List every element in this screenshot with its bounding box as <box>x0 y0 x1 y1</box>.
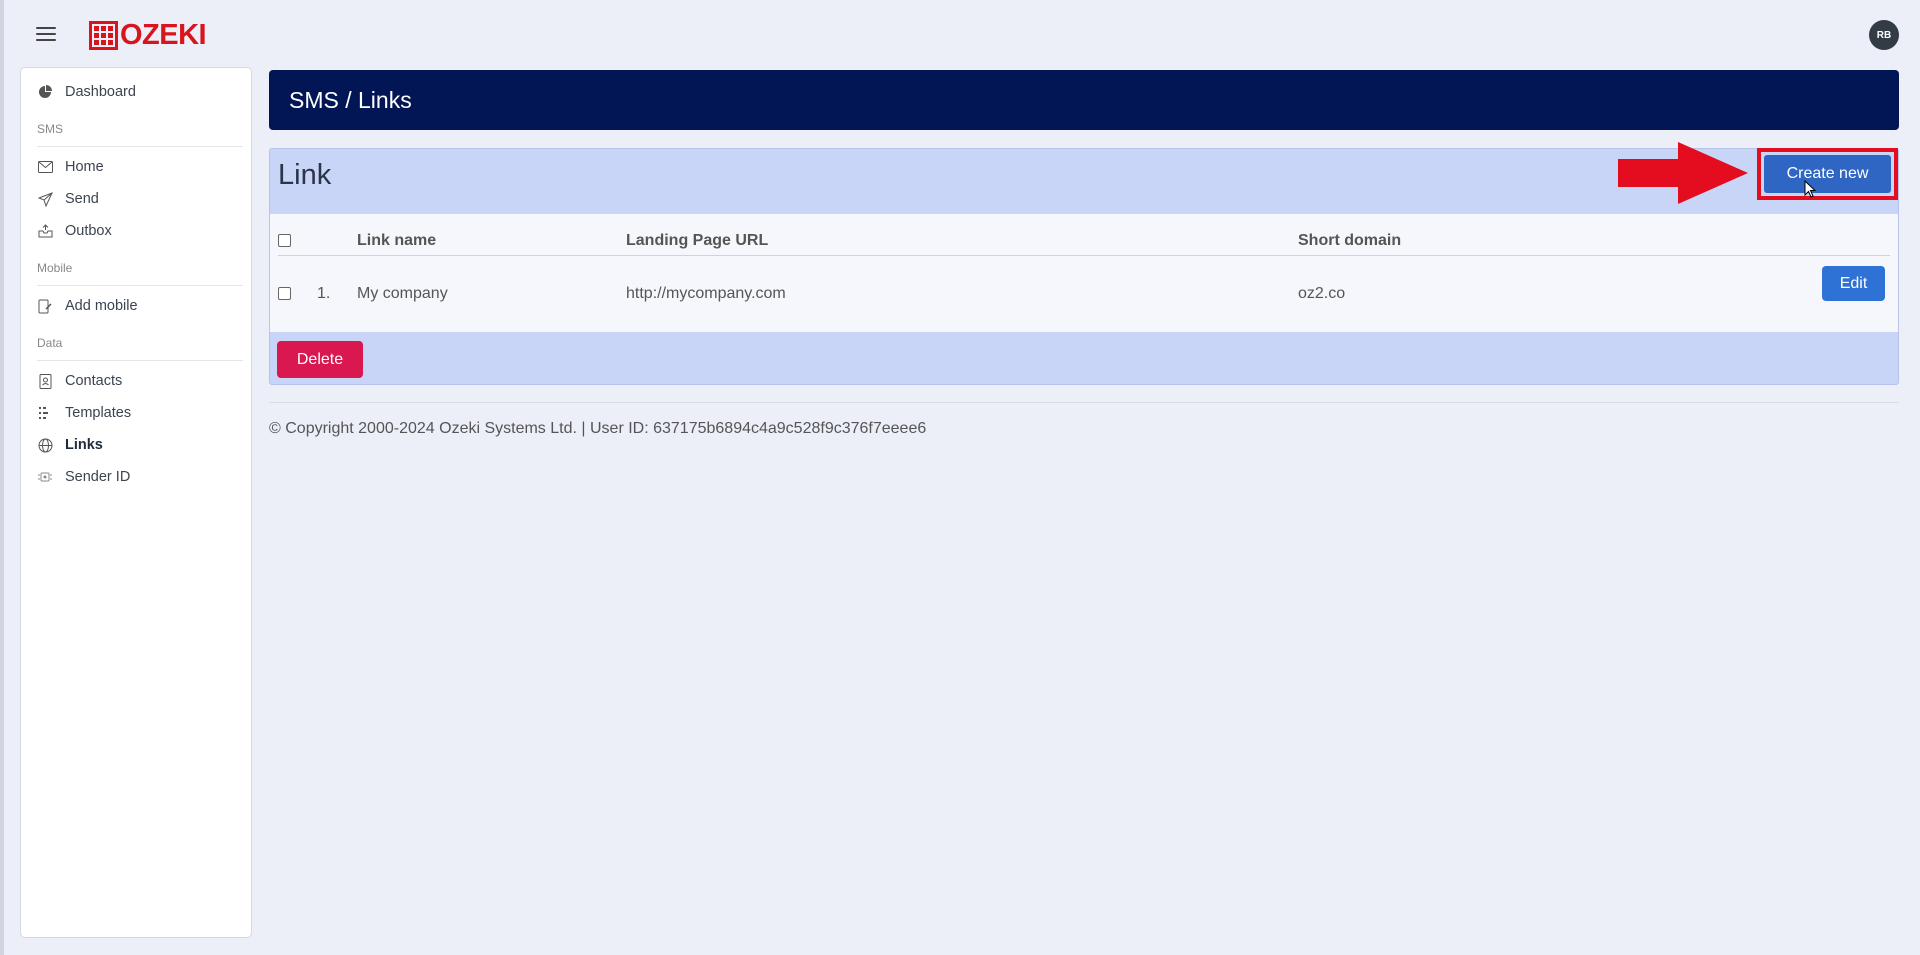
footer-copyright: © Copyright 2000-2024 Ozeki Systems Ltd.… <box>269 420 927 437</box>
window-border <box>0 0 4 955</box>
sender-id-icon <box>37 469 53 485</box>
sidebar-divider <box>37 360 243 361</box>
create-new-button[interactable]: Create new <box>1764 155 1891 193</box>
outbox-tray-icon <box>37 223 53 239</box>
menu-icon[interactable] <box>36 27 56 43</box>
sidebar-section-data: Data <box>37 336 63 350</box>
footer-divider <box>269 402 1899 403</box>
row-short-domain: oz2.co <box>1298 285 1346 302</box>
logo-mark-icon <box>89 20 118 50</box>
column-header-landing-url: Landing Page URL <box>626 232 769 249</box>
sidebar-item-label: Send <box>65 191 99 207</box>
sidebar-item-contacts[interactable]: Contacts <box>21 365 251 397</box>
envelope-icon <box>37 159 53 175</box>
panel-title: Link <box>278 159 332 191</box>
sidebar-item-links[interactable]: Links <box>21 429 251 461</box>
column-header-short-domain: Short domain <box>1298 232 1402 249</box>
edit-button[interactable]: Edit <box>1822 266 1885 301</box>
sidebar-divider <box>37 146 243 147</box>
sidebar-item-dashboard[interactable]: Dashboard <box>21 76 251 108</box>
sidebar-section-sms: SMS <box>37 122 64 136</box>
sidebar-item-label: Add mobile <box>65 298 138 314</box>
sidebar: Dashboard SMS Home Send Outbox Mobile Ad… <box>20 67 252 938</box>
logo-text: OZEKI <box>120 18 207 51</box>
sidebar-item-label: Links <box>65 437 103 453</box>
sidebar-divider <box>37 285 243 286</box>
template-list-icon <box>37 405 53 421</box>
sidebar-item-sender-id[interactable]: Sender ID <box>21 461 251 493</box>
column-header-link-name: Link name <box>357 232 437 249</box>
red-arrow-annotation <box>1618 142 1748 204</box>
delete-button[interactable]: Delete <box>277 341 363 378</box>
header-divider <box>278 255 1890 256</box>
sidebar-item-outbox[interactable]: Outbox <box>21 215 251 247</box>
links-table: Link name Landing Page URL Short domain … <box>270 214 1898 332</box>
sidebar-section-mobile: Mobile <box>37 261 73 275</box>
sidebar-item-label: Templates <box>65 405 132 421</box>
row-link-name: My company <box>357 285 448 302</box>
select-all-checkbox[interactable] <box>278 234 291 247</box>
row-landing-url: http://mycompany.com <box>626 285 786 302</box>
row-checkbox[interactable] <box>278 287 291 300</box>
paper-plane-icon <box>37 191 53 207</box>
sidebar-item-add-mobile[interactable]: Add mobile <box>21 290 251 322</box>
contact-book-icon <box>37 373 53 389</box>
user-avatar[interactable]: RB <box>1869 20 1899 50</box>
sidebar-item-label: Sender ID <box>65 469 131 485</box>
globe-icon <box>37 437 53 453</box>
sidebar-item-templates[interactable]: Templates <box>21 397 251 429</box>
mouse-cursor-icon <box>1804 180 1817 198</box>
mobile-edit-icon <box>37 298 53 314</box>
row-index: 1. <box>317 285 331 302</box>
sidebar-item-home[interactable]: Home <box>21 151 251 183</box>
sidebar-item-label: Contacts <box>65 373 123 389</box>
pie-chart-icon <box>37 84 53 100</box>
ozeki-logo[interactable]: OZEKI <box>89 18 207 51</box>
page-title: SMS / Links <box>269 70 1899 130</box>
top-bar: OZEKI RB <box>0 0 1920 68</box>
sidebar-item-label: Outbox <box>65 223 112 239</box>
sidebar-item-label: Dashboard <box>65 84 136 100</box>
sidebar-item-label: Home <box>65 159 104 175</box>
sidebar-item-send[interactable]: Send <box>21 183 251 215</box>
